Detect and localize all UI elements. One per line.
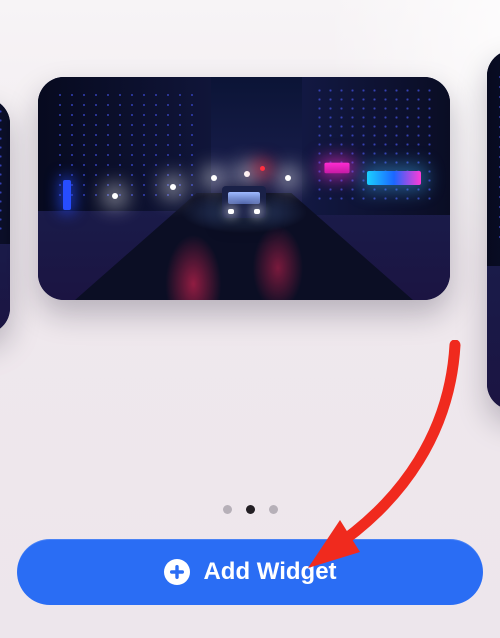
plus-circle-icon [163,558,191,586]
widget-picker-screen: Add Widget [0,0,500,638]
page-dot[interactable] [269,505,278,514]
page-indicator[interactable] [0,505,500,514]
page-dot[interactable] [223,505,232,514]
widget-preview-side-right[interactable] [487,50,500,410]
widget-preview-side-left[interactable] [0,98,10,334]
page-dot-active[interactable] [246,505,255,514]
widget-preview-center[interactable] [38,77,450,300]
add-widget-button[interactable]: Add Widget [17,539,483,605]
add-widget-label: Add Widget [203,558,336,586]
